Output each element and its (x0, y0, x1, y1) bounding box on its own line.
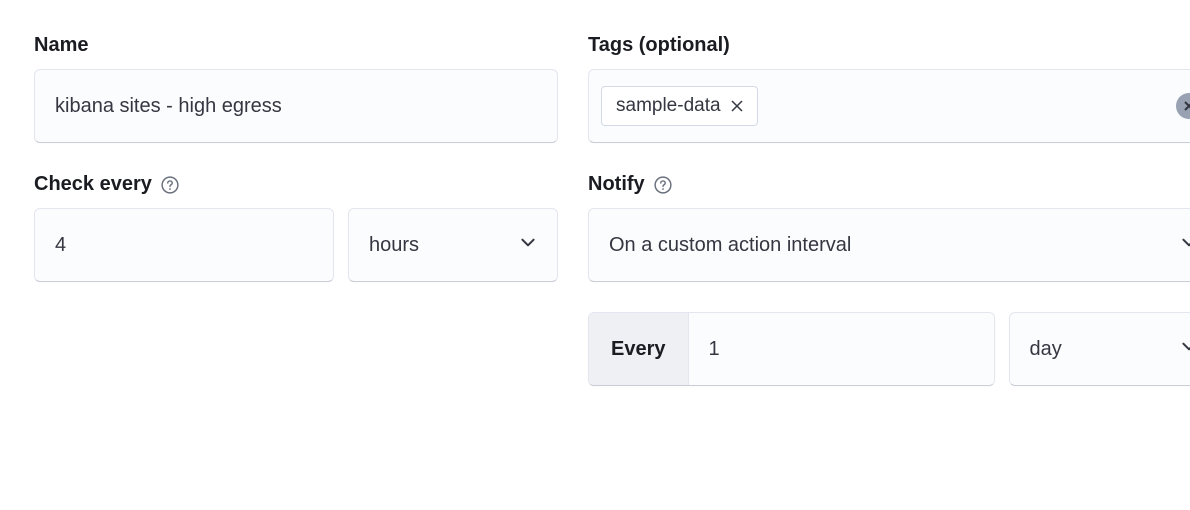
notify-label: Notify (588, 173, 1190, 196)
name-input[interactable] (34, 69, 558, 143)
notify-interval-unit-wrap: day (1009, 312, 1190, 386)
notify-interval-row: Every day (588, 312, 1190, 386)
close-icon[interactable] (731, 100, 743, 112)
check-every-unit-select-wrap: hours (348, 208, 558, 282)
check-every-field: Check every hours (34, 173, 558, 386)
notify-field: Notify On a custom action interval (588, 173, 1190, 282)
check-every-value-input[interactable] (34, 208, 334, 282)
tag-chip-text: sample-data (616, 95, 721, 117)
tag-chip: sample-data (601, 86, 758, 126)
name-field: Name (34, 34, 558, 143)
tags-input[interactable]: sample-data (588, 69, 1190, 143)
name-label-text: Name (34, 34, 88, 57)
tags-label-text: Tags (optional) (588, 34, 730, 57)
check-every-unit-select[interactable]: hours (349, 209, 557, 281)
help-icon[interactable] (160, 175, 180, 195)
notify-label-text: Notify (588, 173, 645, 196)
name-label: Name (34, 34, 558, 57)
notify-select[interactable]: On a custom action interval (589, 209, 1190, 281)
notify-interval-prefix: Every (589, 313, 689, 385)
notify-interval-combo: Every (588, 312, 995, 386)
help-icon[interactable] (653, 175, 673, 195)
tags-field: Tags (optional) sample-data (588, 34, 1190, 143)
notify-interval-unit-select[interactable]: day (1010, 313, 1190, 385)
notify-select-wrap: On a custom action interval (588, 208, 1190, 282)
tags-label: Tags (optional) (588, 34, 1190, 57)
check-every-label-text: Check every (34, 173, 152, 196)
notify-interval-value-input[interactable] (689, 313, 994, 385)
clear-tags-icon[interactable] (1176, 93, 1190, 119)
check-every-label: Check every (34, 173, 558, 196)
